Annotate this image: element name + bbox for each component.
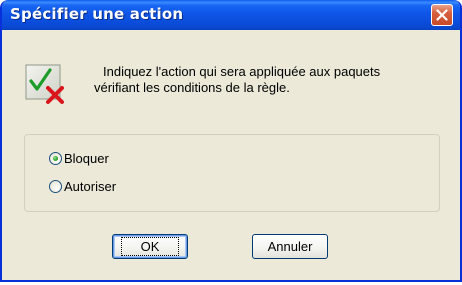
radio-bloquer-label[interactable]: Bloquer [64, 151, 109, 166]
message-line-1: Indiquez l'action qui sera appliquée aux… [103, 64, 381, 79]
ok-button[interactable]: OK [112, 234, 188, 259]
action-group: Bloquer Autoriser [24, 134, 440, 212]
dialog-title: Spécifier une action [10, 5, 184, 23]
radio-bloquer[interactable]: Bloquer [49, 149, 109, 167]
cancel-button[interactable]: Annuler [252, 234, 328, 259]
dialog-window: Spécifier une action Indiquez l'action q… [0, 0, 462, 282]
close-button[interactable] [431, 4, 453, 26]
radio-autoriser[interactable]: Autoriser [49, 177, 116, 195]
radio-checked-icon[interactable] [49, 151, 62, 165]
radio-autoriser-label[interactable]: Autoriser [64, 179, 116, 194]
dialog-message: Indiquez l'action qui sera appliquée aux… [94, 64, 446, 96]
title-bar[interactable]: Spécifier une action [2, 0, 460, 30]
ok-button-label: OK [120, 237, 180, 256]
cancel-button-label: Annuler [267, 239, 313, 254]
close-icon [436, 9, 448, 21]
check-cross-icon [24, 62, 72, 110]
radio-unchecked-icon[interactable] [49, 179, 62, 193]
message-line-2: vérifiant les conditions de la règle. [94, 80, 290, 95]
